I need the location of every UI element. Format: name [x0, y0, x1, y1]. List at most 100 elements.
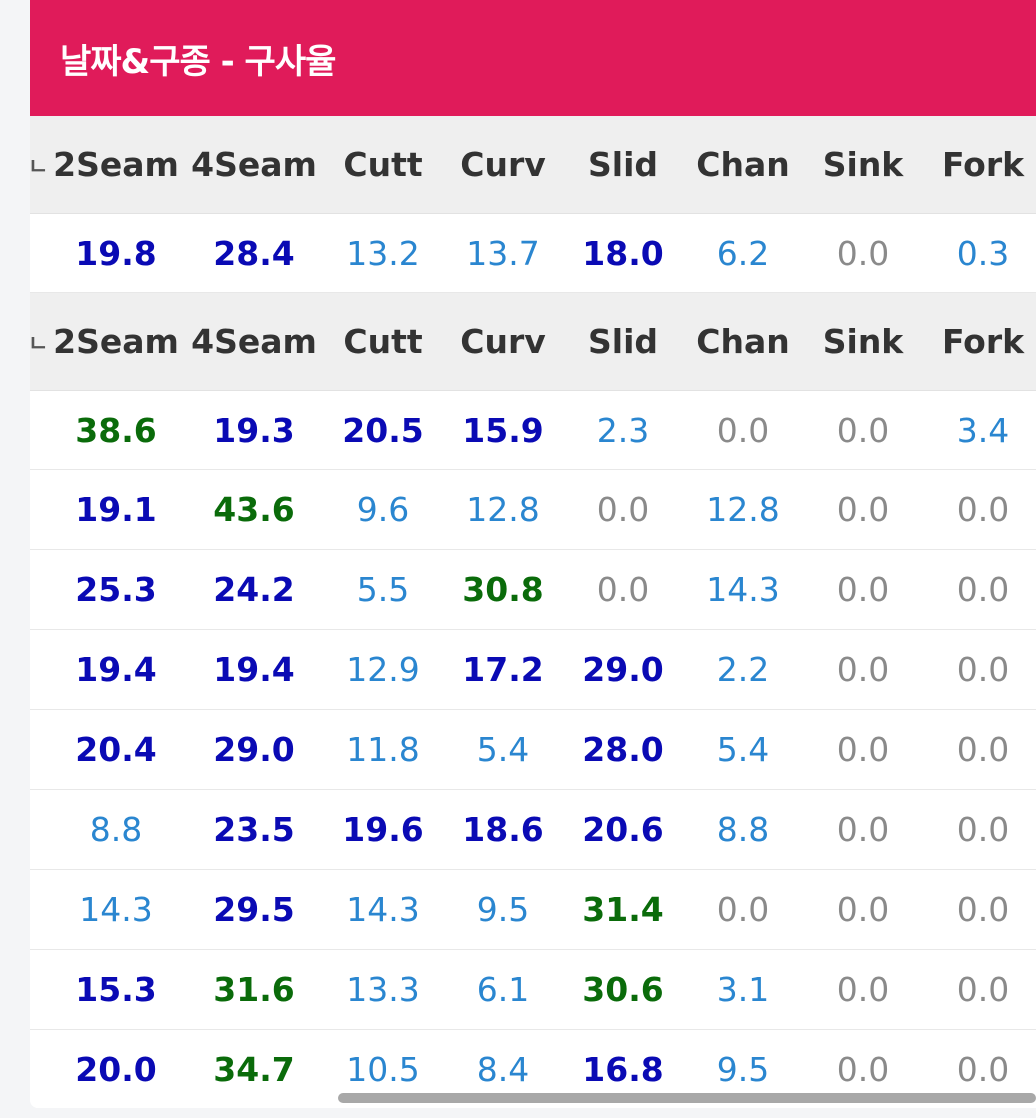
card-header: 날짜&구종 - 구사율 [30, 0, 1036, 116]
column-header-fork[interactable]: Fork [918, 116, 1036, 213]
usage-cell-2seam: 38.6 [75, 410, 157, 450]
usage-cell-cutt: 9.6 [356, 490, 410, 529]
column-header-curv[interactable]: Curv [438, 116, 568, 213]
table-row: 8.8 23.5 19.6 18.6 20.6 8.8 0.0 0.0 [30, 790, 1036, 870]
column-header-fork[interactable]: Fork [918, 293, 1036, 390]
usage-cell-fork: 0.0 [956, 970, 1010, 1009]
usage-cell-fork: 0.0 [956, 490, 1010, 529]
usage-cell-fork: 0.0 [956, 570, 1010, 609]
usage-cell-2seam: 19.1 [75, 490, 157, 529]
usage-cell-curv: 13.7 [466, 233, 540, 273]
usage-cell-fork: 0.0 [956, 650, 1010, 689]
usage-cell-sink: 0.0 [836, 970, 890, 1009]
column-header-slid[interactable]: Slid [558, 293, 688, 390]
usage-cell-2seam: 15.3 [75, 970, 157, 1009]
pitch-usage-card: 날짜&구종 - 구사율 ㄴ 2Seam 4Seam Cutt Curv Slid Chan S… [30, 0, 1036, 1108]
usage-cell-chan: 12.8 [706, 490, 780, 529]
usage-cell-4seam: 19.4 [213, 650, 295, 689]
column-header-2seam[interactable]: 2Seam [51, 116, 181, 213]
column-header-sink[interactable]: Sink [798, 293, 928, 390]
usage-cell-curv: 12.8 [466, 490, 540, 529]
column-header-cutt[interactable]: Cutt [318, 116, 448, 213]
usage-cell-4seam: 29.5 [213, 890, 295, 929]
usage-cell-2seam: 19.8 [75, 233, 157, 273]
table-row: 19.1 43.6 9.6 12.8 0.0 12.8 0.0 0.0 [30, 470, 1036, 550]
usage-cell-curv: 30.8 [462, 570, 544, 609]
usage-cell-curv: 9.5 [476, 890, 530, 929]
usage-cell-cutt: 5.5 [356, 570, 410, 609]
table-row: 20.4 29.0 11.8 5.4 28.0 5.4 0.0 0.0 [30, 710, 1036, 790]
usage-cell-fork: 0.0 [956, 730, 1010, 769]
table-row: 19.8 28.4 13.2 13.7 18.0 6.2 0.0 0.3 [30, 214, 1036, 293]
usage-cell-4seam: 43.6 [213, 490, 295, 529]
usage-cell-slid: 29.0 [582, 650, 664, 689]
usage-cell-slid: 18.0 [582, 233, 664, 273]
truncated-column-mark: ㄴ [30, 331, 49, 357]
column-header-chan[interactable]: Chan [678, 293, 808, 390]
usage-cell-4seam: 28.4 [213, 233, 295, 273]
usage-cell-cutt: 12.9 [346, 650, 420, 689]
usage-cell-sink: 0.0 [836, 890, 890, 929]
usage-cell-sink: 0.0 [836, 490, 890, 529]
pitch-usage-table: ㄴ 2Seam 4Seam Cutt Curv Slid Chan Sink Fork 19.8 2… [30, 116, 1036, 1108]
usage-cell-curv: 15.9 [462, 410, 544, 450]
usage-cell-slid: 30.6 [582, 970, 664, 1009]
usage-cell-slid: 0.0 [596, 570, 650, 609]
usage-cell-sink: 0.0 [836, 570, 890, 609]
usage-cell-chan: 0.0 [716, 890, 770, 929]
usage-cell-cutt: 20.5 [342, 410, 424, 450]
usage-cell-4seam: 34.7 [213, 1050, 295, 1089]
table-row: 38.6 19.3 20.5 15.9 2.3 0.0 0.0 3.4 [30, 391, 1036, 470]
usage-cell-cutt: 14.3 [346, 890, 420, 929]
usage-cell-chan: 8.8 [716, 810, 770, 849]
column-header-slid[interactable]: Slid [558, 116, 688, 213]
usage-cell-chan: 14.3 [706, 570, 780, 609]
usage-cell-4seam: 19.3 [213, 410, 295, 450]
usage-cell-chan: 5.4 [716, 730, 770, 769]
column-header-4seam[interactable]: 4Seam [189, 116, 319, 213]
usage-cell-chan: 0.0 [716, 410, 770, 450]
usage-cell-4seam: 23.5 [213, 810, 295, 849]
table-row: 15.3 31.6 13.3 6.1 30.6 3.1 0.0 0.0 [30, 950, 1036, 1030]
column-header-chan[interactable]: Chan [678, 116, 808, 213]
usage-cell-curv: 5.4 [476, 730, 530, 769]
usage-cell-fork: 0.0 [956, 890, 1010, 929]
usage-cell-4seam: 29.0 [213, 730, 295, 769]
column-header-curv[interactable]: Curv [438, 293, 568, 390]
usage-cell-sink: 0.0 [836, 410, 890, 450]
usage-cell-2seam: 14.3 [79, 890, 153, 929]
card-title: 날짜&구종 - 구사율 [60, 41, 336, 82]
usage-cell-4seam: 24.2 [213, 570, 295, 609]
usage-cell-slid: 0.0 [596, 490, 650, 529]
usage-cell-2seam: 25.3 [75, 570, 157, 609]
usage-cell-2seam: 19.4 [75, 650, 157, 689]
usage-cell-curv: 17.2 [462, 650, 544, 689]
usage-cell-fork: 0.0 [956, 810, 1010, 849]
usage-cell-chan: 3.1 [716, 970, 770, 1009]
column-header-2seam[interactable]: 2Seam [51, 293, 181, 390]
column-header-4seam[interactable]: 4Seam [189, 293, 319, 390]
usage-cell-slid: 31.4 [582, 890, 664, 929]
usage-cell-cutt: 13.3 [346, 970, 420, 1009]
usage-cell-2seam: 20.4 [75, 730, 157, 769]
horizontal-scrollbar[interactable] [338, 1093, 1036, 1103]
usage-cell-slid: 28.0 [582, 730, 664, 769]
usage-cell-curv: 18.6 [462, 810, 544, 849]
column-header-cutt[interactable]: Cutt [318, 293, 448, 390]
table-row: 14.3 29.5 14.3 9.5 31.4 0.0 0.0 0.0 [30, 870, 1036, 950]
usage-cell-curv: 6.1 [476, 970, 530, 1009]
usage-cell-fork: 3.4 [956, 410, 1010, 450]
usage-cell-4seam: 31.6 [213, 970, 295, 1009]
usage-cell-chan: 2.2 [716, 650, 770, 689]
usage-cell-cutt: 13.2 [346, 233, 420, 273]
usage-cell-sink: 0.0 [836, 730, 890, 769]
usage-cell-sink: 0.0 [836, 650, 890, 689]
column-header-sink[interactable]: Sink [798, 116, 928, 213]
usage-cell-slid: 2.3 [596, 410, 650, 450]
usage-cell-chan: 6.2 [716, 233, 770, 273]
usage-cell-cutt: 11.8 [346, 730, 420, 769]
usage-cell-fork: 0.3 [956, 233, 1010, 273]
usage-cell-sink: 0.0 [836, 233, 890, 273]
truncated-column-mark: ㄴ [30, 154, 49, 180]
usage-cell-sink: 0.0 [836, 810, 890, 849]
